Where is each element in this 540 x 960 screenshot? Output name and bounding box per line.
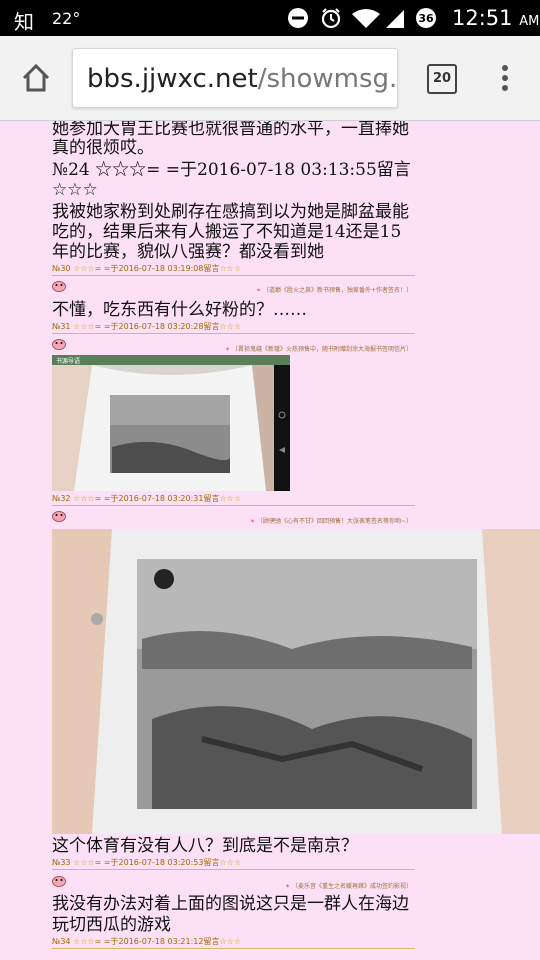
post-divider [52, 505, 415, 506]
notification-badge: 36 [416, 8, 436, 28]
svg-text:36: 36 [418, 12, 434, 25]
temperature-readout: 22° [52, 9, 81, 28]
forum-thread: 她参加大胃王比赛也就很普通的水平，一直捧她 真的很烦哎。 №24 ☆☆☆= =于… [0, 121, 540, 960]
post-text: 真的很烦哎。 [52, 138, 154, 158]
post-text: 我没有办法对着上面的图说这只是一群人在海边 [52, 894, 409, 914]
tab-switcher-icon[interactable]: 20 [427, 64, 457, 94]
post-text: 这个体育有没有人八？到底是不是南京？ [52, 836, 358, 856]
post-divider [52, 333, 415, 334]
ad-banner[interactable]: ✶ 〔顾骋驰《心有不甘》回回预售！大张表笔签名等你哟~〕 [250, 516, 412, 525]
quoted-post-header: №24 ☆☆☆= =于2016-07-18 03:13:55留言 [52, 160, 411, 180]
post-text: 玩切西瓜的游戏 [52, 915, 171, 935]
signal-icon [386, 10, 404, 28]
post-text: 年的比赛，貌似八强赛？都没看到她 [52, 242, 324, 262]
attached-photo-shirt-print[interactable] [52, 529, 540, 834]
zhihu-icon: 知 [14, 10, 34, 34]
url-path: /showmsg.ph [257, 64, 398, 94]
address-bar[interactable]: bbs.jjwxc.net/showmsg.ph [72, 48, 398, 108]
ad-banner[interactable]: ✶ 〔道巅《胜火之泉》新书预售，独家番外+作者签名！〕 [256, 285, 412, 294]
post-meta: №32 ☆☆☆= =于2016-07-18 03:20:31留言☆☆☆ [52, 494, 241, 503]
attached-photo-shirt-screenshot[interactable]: 书源导语 [52, 355, 290, 491]
post-meta: №30 ☆☆☆= =于2016-07-18 03:19:08留言☆☆☆ [52, 264, 241, 273]
url-domain: bbs.jjwxc.net [87, 64, 258, 94]
wifi-icon [352, 9, 380, 28]
post-meta: №33 ☆☆☆= =于2016-07-18 03:20:53留言☆☆☆ [52, 858, 241, 867]
post-text: 不懂，吃东西有什么好粉的？…… [52, 300, 307, 320]
notification-mute-icon [288, 8, 308, 28]
status-icons: 36 [288, 8, 436, 29]
svg-text:书源导语: 书源导语 [56, 357, 80, 365]
post-avatar-icon [52, 339, 66, 350]
post-avatar-icon [52, 876, 66, 887]
alarm-icon [321, 8, 341, 29]
post-avatar-icon [52, 511, 66, 522]
overflow-menu-icon[interactable] [500, 64, 510, 92]
status-bar: 知 22° 36 12:51 AM [0, 0, 540, 36]
quoted-post-stars: ☆☆☆ [52, 180, 98, 200]
post-meta: №34 ☆☆☆= =于2016-07-18 03:21:12留言☆☆☆ [52, 937, 241, 946]
post-divider [52, 869, 415, 870]
ad-banner[interactable]: ✶ 〔晋祯鬼缝《新蔻》火热预售中，随书附赠刮涂大海报书签明信片〕 [225, 344, 412, 353]
post-text: 我被她家粉到处刷存在感搞到以为她是脚盆最能 [52, 202, 409, 222]
clock: 12:51 AM [452, 6, 540, 30]
browser-toolbar: bbs.jjwxc.net/showmsg.ph 20 [0, 36, 540, 121]
ad-banner[interactable]: ✶ 〔麦乐音《重生之名媛再嫁》成功签约影视〕 [285, 881, 412, 890]
home-icon[interactable] [20, 62, 52, 94]
post-avatar-icon [52, 281, 66, 292]
post-divider [52, 948, 415, 949]
post-text: 吃的，结果后来有人搬运了不知道是14还是15 [52, 222, 402, 242]
post-divider [52, 275, 415, 276]
post-meta: №31 ☆☆☆= =于2016-07-18 03:20:28留言☆☆☆ [52, 322, 241, 331]
